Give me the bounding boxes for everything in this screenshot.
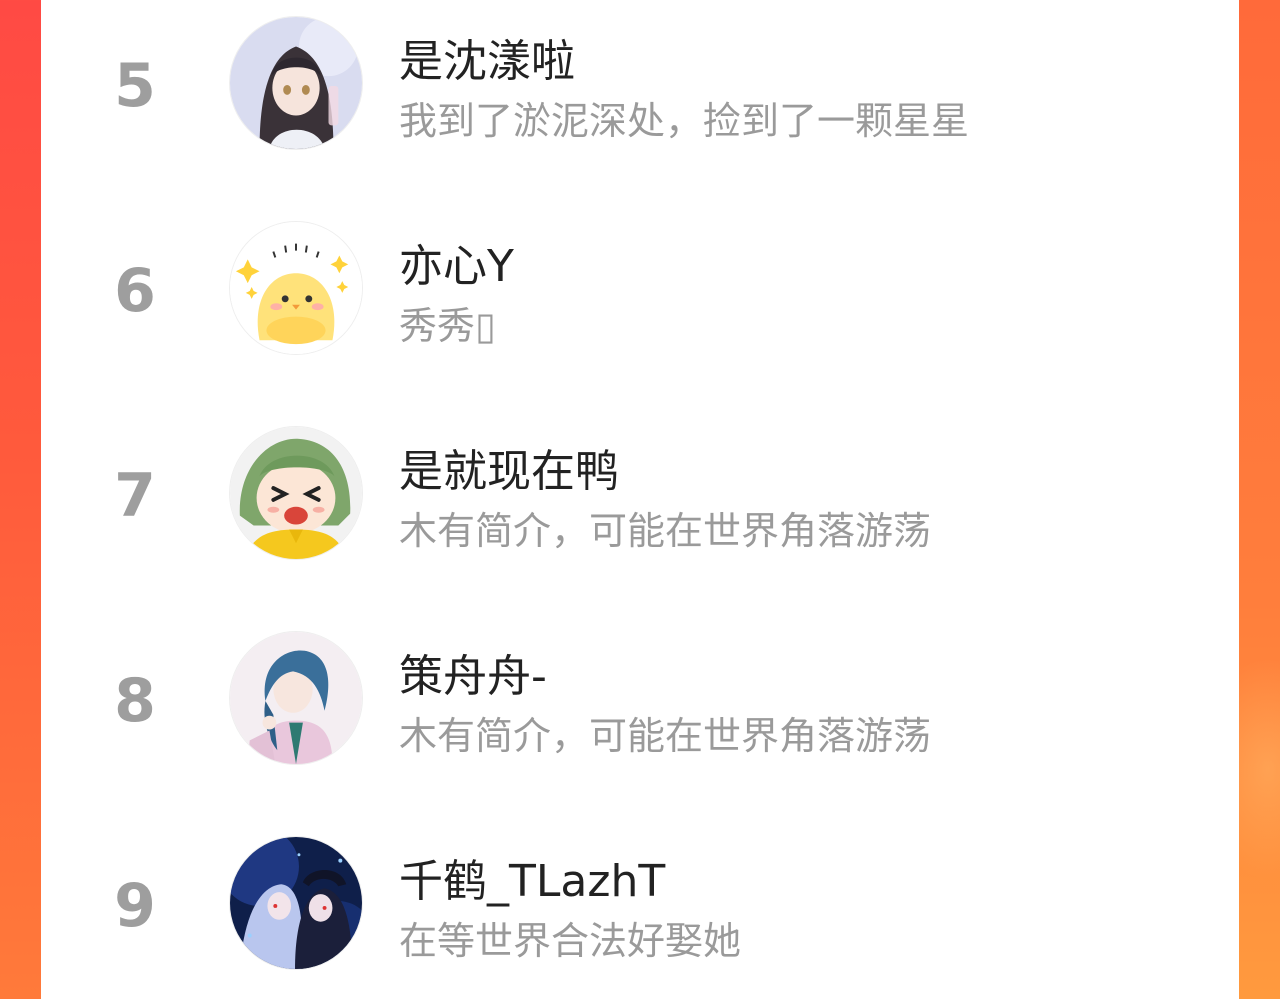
- avatar-green-hair-kid[interactable]: [229, 426, 363, 560]
- avatar-blue-hair-boy[interactable]: [229, 631, 363, 765]
- rank-number: 6: [114, 256, 156, 326]
- rank-number: 9: [114, 871, 156, 941]
- user-name[interactable]: 亦心Y: [399, 239, 514, 295]
- rank-number: 5: [114, 51, 156, 121]
- dark-blue-duo-avatar-image: [230, 837, 362, 969]
- user-bio: 我到了淤泥深处，捡到了一颗星星: [399, 99, 970, 143]
- avatar-anime-girl[interactable]: [229, 16, 363, 150]
- ranking-panel: 5 是沈漾啦 我到了淤泥深处，捡到了一颗星星 6 亦心Y 秀秀▯ 7 是就现在鸭…: [41, 0, 1239, 999]
- anime-girl-avatar-image: [230, 17, 362, 149]
- avatar-yellow-chick[interactable]: [229, 221, 363, 355]
- yellow-chick-avatar-image: [230, 222, 362, 354]
- green-hair-kid-avatar-image: [230, 427, 362, 559]
- user-bio: 木有简介，可能在世界角落游荡: [399, 714, 932, 758]
- ranking-row-6[interactable]: 6 亦心Y 秀秀▯: [41, 221, 1239, 361]
- blue-hair-boy-avatar-image: [230, 632, 362, 764]
- user-name[interactable]: 千鹤_TLazhT: [399, 854, 665, 910]
- right-gradient-border: [1198, 0, 1280, 999]
- user-bio: 木有简介，可能在世界角落游荡: [399, 509, 932, 553]
- rank-number: 7: [114, 461, 156, 531]
- ranking-row-8[interactable]: 8 策舟舟- 木有简介，可能在世界角落游荡: [41, 631, 1239, 771]
- ranking-row-5[interactable]: 5 是沈漾啦 我到了淤泥深处，捡到了一颗星星: [41, 16, 1239, 156]
- user-name[interactable]: 是就现在鸭: [399, 444, 619, 500]
- ranking-row-9[interactable]: 9 千鹤_TLazhT 在等世界合法好娶她: [41, 836, 1239, 976]
- ranking-row-7[interactable]: 7 是就现在鸭 木有简介，可能在世界角落游荡: [41, 426, 1239, 566]
- user-bio: 秀秀▯: [399, 304, 496, 348]
- user-bio: 在等世界合法好娶她: [399, 919, 742, 963]
- rank-number: 8: [114, 666, 156, 736]
- user-name[interactable]: 是沈漾啦: [399, 34, 575, 90]
- avatar-dark-blue-duo[interactable]: [229, 836, 363, 970]
- user-name[interactable]: 策舟舟-: [399, 649, 547, 705]
